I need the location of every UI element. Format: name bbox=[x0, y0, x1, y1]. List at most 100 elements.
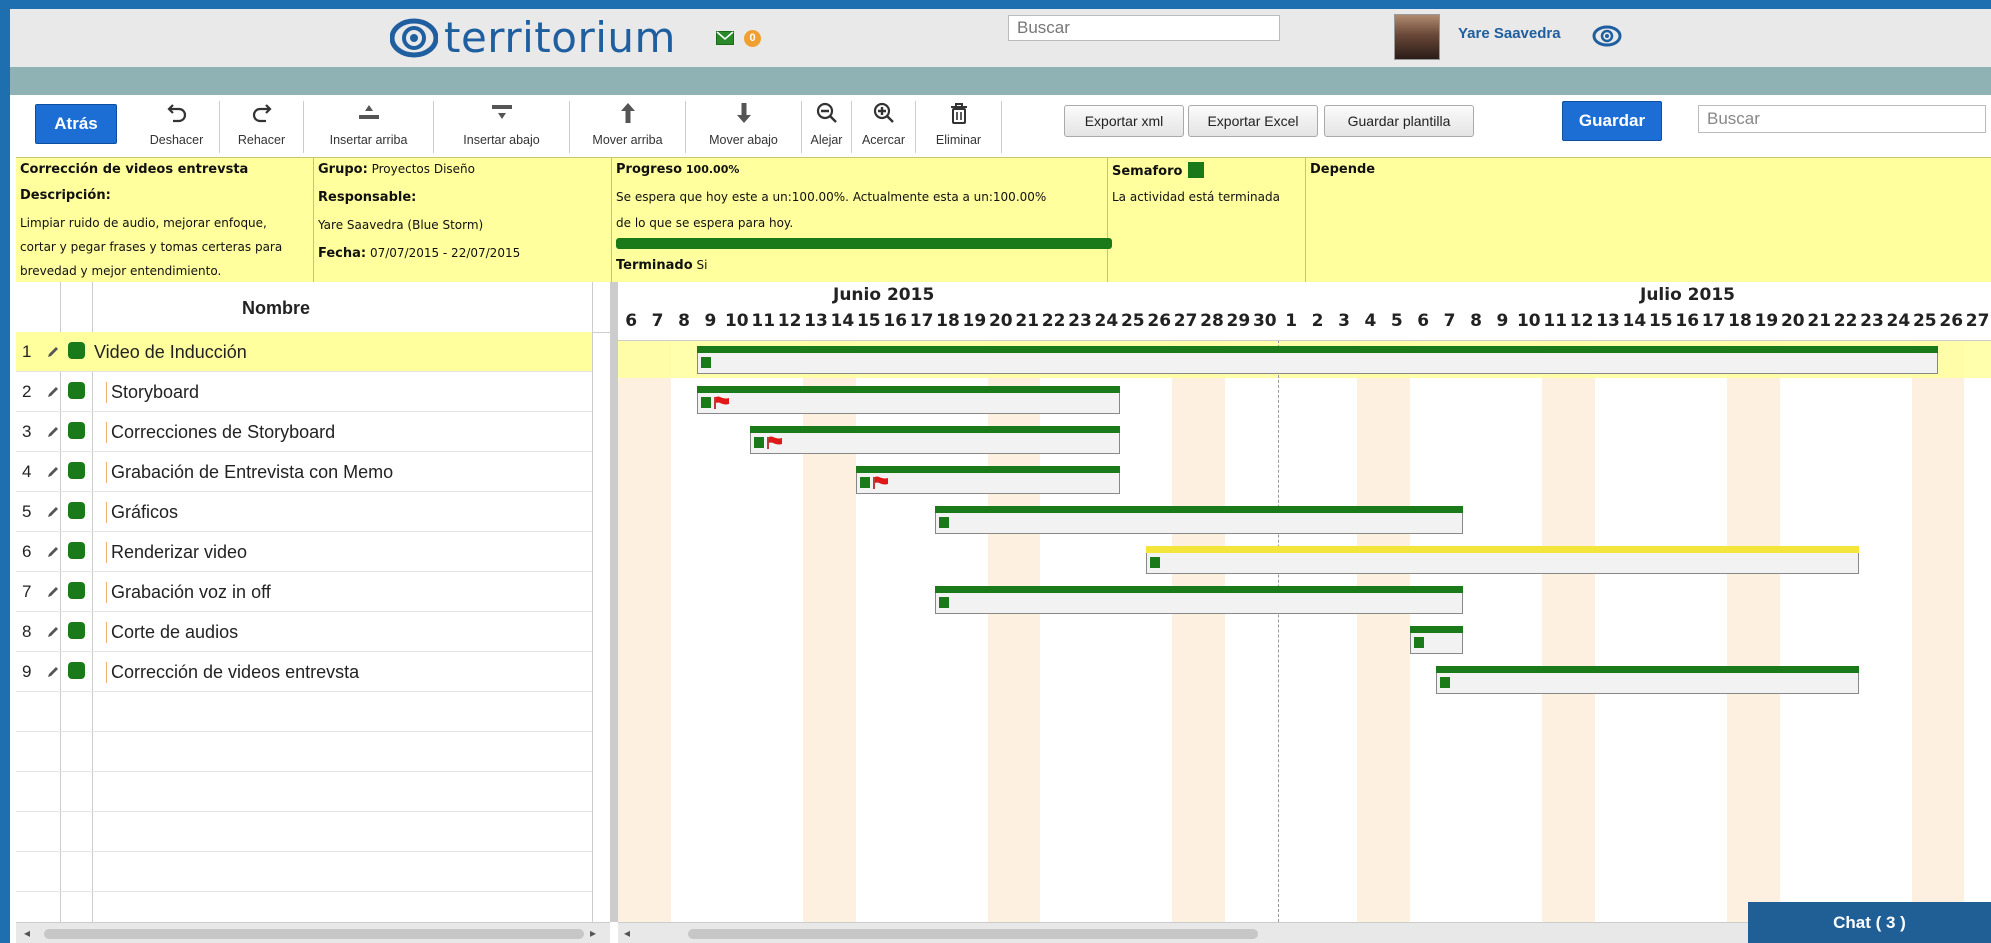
row-number: 8 bbox=[22, 622, 32, 641]
task-status-marker bbox=[754, 437, 764, 448]
day-label: 17 bbox=[909, 311, 934, 331]
insert-below-button[interactable]: Insertar abajo bbox=[434, 101, 570, 153]
row-number: 9 bbox=[22, 662, 32, 681]
zoom-in-button[interactable]: Acercar bbox=[852, 101, 916, 153]
weekend-column bbox=[1357, 340, 1410, 922]
task-bar[interactable] bbox=[750, 426, 1120, 454]
edit-pencil-icon[interactable] bbox=[46, 665, 60, 679]
task-bar[interactable] bbox=[934, 586, 1463, 614]
day-label: 15 bbox=[856, 311, 881, 331]
user-name[interactable]: Yare Saavedra bbox=[1458, 25, 1561, 42]
edit-pencil-icon[interactable] bbox=[46, 545, 60, 559]
edit-pencil-icon[interactable] bbox=[46, 505, 60, 519]
scroll-thumb[interactable] bbox=[44, 929, 584, 939]
row-number: 4 bbox=[22, 462, 32, 481]
day-label: 29 bbox=[1226, 311, 1251, 331]
task-name[interactable]: Video de Inducción bbox=[94, 342, 247, 363]
header-divider-band bbox=[10, 67, 1991, 95]
table-row[interactable]: 1 Video de Inducción bbox=[16, 332, 592, 372]
task-bar[interactable] bbox=[934, 506, 1463, 534]
mail-icon[interactable] bbox=[716, 31, 734, 45]
task-bar[interactable] bbox=[855, 466, 1120, 494]
task-name[interactable]: Gráficos bbox=[106, 502, 178, 523]
task-bar[interactable] bbox=[697, 386, 1120, 414]
task-name[interactable]: Renderizar video bbox=[106, 542, 247, 563]
edit-pencil-icon[interactable] bbox=[46, 465, 60, 479]
task-progress-bar bbox=[1410, 626, 1463, 633]
header-search-input[interactable]: Buscar bbox=[1008, 15, 1280, 41]
edit-pencil-icon[interactable] bbox=[46, 385, 60, 399]
undo-button[interactable]: Deshacer bbox=[134, 101, 220, 153]
chat-button[interactable]: Chat ( 3 ) bbox=[1748, 902, 1991, 943]
info-col-description: Corrección de videos entrevsta Descripci… bbox=[16, 158, 314, 283]
scroll-left-icon[interactable]: ◂ bbox=[624, 926, 630, 940]
task-bar[interactable] bbox=[1146, 546, 1859, 574]
task-bar[interactable] bbox=[697, 346, 1938, 374]
edit-pencil-icon[interactable] bbox=[46, 425, 60, 439]
task-title: Corrección de videos entrevsta bbox=[20, 162, 249, 177]
table-row[interactable]: 5 Gráficos bbox=[16, 492, 592, 532]
grid-scrollbar[interactable]: ◂ ▸ bbox=[16, 922, 610, 943]
task-name[interactable]: Corrección de videos entrevsta bbox=[106, 662, 359, 683]
date-value: 07/07/2015 - 22/07/2015 bbox=[369, 246, 521, 260]
day-label: 14 bbox=[830, 311, 855, 331]
avatar[interactable] bbox=[1394, 14, 1440, 60]
panel-splitter[interactable] bbox=[610, 282, 618, 922]
table-row[interactable]: 6 Renderizar video bbox=[16, 532, 592, 572]
empty-row bbox=[16, 812, 592, 852]
save-template-button[interactable]: Guardar plantilla bbox=[1324, 105, 1474, 137]
day-label: 19 bbox=[1754, 311, 1779, 331]
task-name[interactable]: Grabación de Entrevista con Memo bbox=[106, 462, 393, 483]
edit-pencil-icon[interactable] bbox=[46, 625, 60, 639]
edit-pencil-icon[interactable] bbox=[46, 585, 60, 599]
day-label: 20 bbox=[1780, 311, 1805, 331]
move-down-button[interactable]: Mover abajo bbox=[686, 101, 802, 153]
move-up-button[interactable]: Mover arriba bbox=[570, 101, 686, 153]
gantt-scrollbar[interactable]: ◂ bbox=[618, 922, 1748, 943]
task-bar[interactable] bbox=[1410, 626, 1463, 654]
day-label: 7 bbox=[1443, 311, 1456, 331]
task-name[interactable]: Corte de audios bbox=[106, 622, 238, 643]
back-button[interactable]: Atrás bbox=[35, 104, 117, 144]
export-xml-button[interactable]: Exportar xml bbox=[1064, 105, 1184, 137]
task-progress-bar bbox=[855, 466, 1120, 473]
scroll-right-icon[interactable]: ▸ bbox=[590, 926, 596, 940]
zoom-out-button[interactable]: Alejar bbox=[802, 101, 852, 153]
task-name[interactable]: Grabación voz in off bbox=[106, 582, 271, 603]
table-row[interactable]: 4 Grabación de Entrevista con Memo bbox=[16, 452, 592, 492]
table-row[interactable]: 3 Correcciones de Storyboard bbox=[16, 412, 592, 452]
task-name[interactable]: Correcciones de Storyboard bbox=[106, 422, 335, 443]
gantt-chart: Junio 2015 Julio 2015 6 7 8 9 10 11 12 13 14 15 16… bbox=[618, 282, 1991, 922]
task-name[interactable]: Storyboard bbox=[106, 382, 199, 403]
task-bar[interactable] bbox=[1436, 666, 1859, 694]
day-label: 12 bbox=[777, 311, 802, 331]
table-row[interactable]: 9 Corrección de videos entrevsta bbox=[16, 652, 592, 692]
toolbar-search-input[interactable]: Buscar bbox=[1698, 105, 1986, 133]
scroll-thumb[interactable] bbox=[688, 929, 1258, 939]
table-row[interactable]: 2 Storyboard bbox=[16, 372, 592, 412]
task-status-marker bbox=[938, 597, 949, 608]
row-number: 5 bbox=[22, 502, 32, 521]
delete-button[interactable]: Eliminar bbox=[916, 101, 1002, 153]
insert-above-button[interactable]: Insertar arriba bbox=[304, 101, 434, 153]
save-button[interactable]: Guardar bbox=[1562, 101, 1662, 141]
territorium-logo[interactable]: territorium bbox=[390, 14, 676, 62]
zoom-in-icon bbox=[873, 102, 894, 123]
task-progress-bar bbox=[934, 586, 1463, 593]
scroll-left-icon[interactable]: ◂ bbox=[24, 926, 30, 940]
grid-divider bbox=[592, 282, 593, 922]
redo-button[interactable]: Rehacer bbox=[220, 101, 304, 153]
arrow-up-icon bbox=[620, 103, 635, 123]
zoom-out-label: Alejar bbox=[810, 133, 843, 147]
day-label: 22 bbox=[1041, 311, 1066, 331]
name-column-header[interactable]: Nombre bbox=[106, 298, 446, 319]
export-excel-button[interactable]: Exportar Excel bbox=[1188, 105, 1318, 137]
day-label: 18 bbox=[936, 311, 960, 331]
eye-icon[interactable] bbox=[1592, 25, 1622, 47]
notification-badge[interactable]: 0 bbox=[744, 30, 761, 47]
edit-pencil-icon[interactable] bbox=[46, 345, 60, 359]
table-row[interactable]: 8 Corte de audios bbox=[16, 612, 592, 652]
day-label: 27 bbox=[1965, 311, 1990, 331]
logo-text: territorium bbox=[444, 13, 676, 62]
table-row[interactable]: 7 Grabación voz in off bbox=[16, 572, 592, 612]
